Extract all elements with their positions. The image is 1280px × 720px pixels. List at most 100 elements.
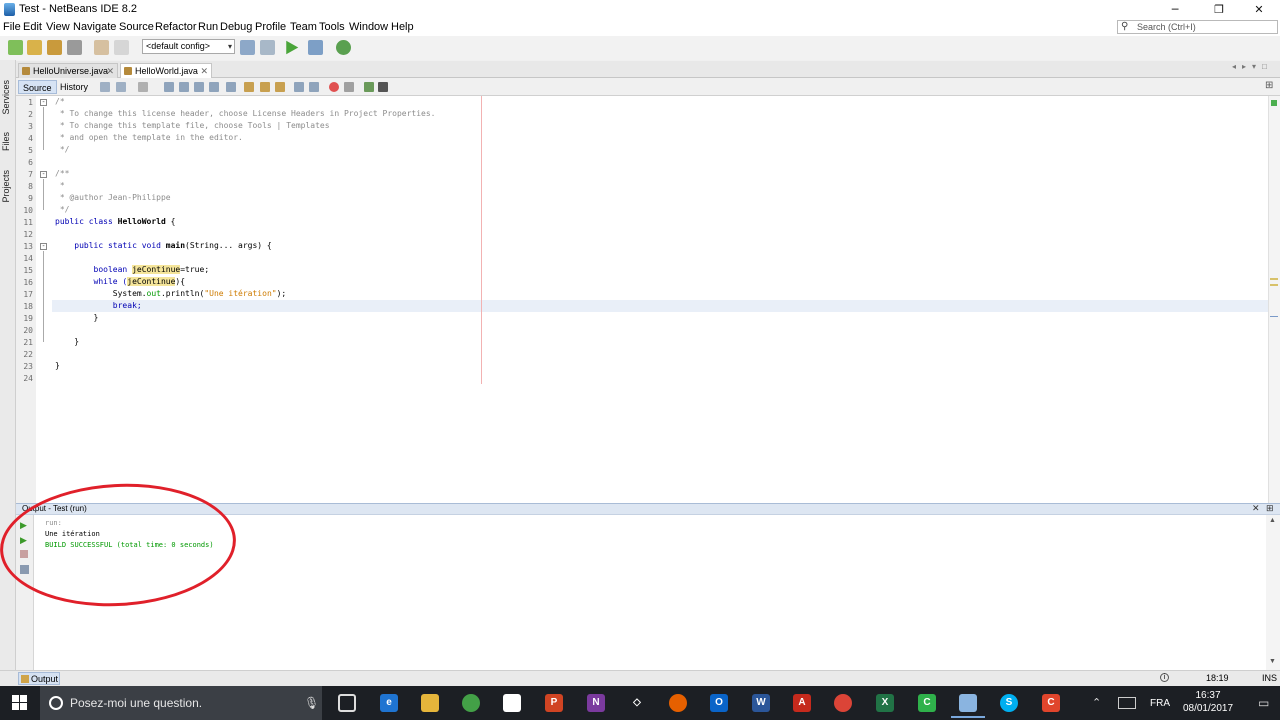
chrome-icon[interactable] <box>834 694 852 712</box>
firefox-icon[interactable] <box>669 694 687 712</box>
line-number: 20 <box>23 326 33 335</box>
shift-right-icon[interactable] <box>309 82 319 92</box>
previous-bookmark-icon[interactable] <box>244 82 254 92</box>
menu-file[interactable]: File <box>3 21 21 33</box>
windows-logo-icon <box>20 703 27 710</box>
tab-navigation-icons[interactable]: ◂▸▾□ <box>1232 62 1273 71</box>
debug-icon[interactable] <box>308 40 323 55</box>
uncomment-icon[interactable] <box>378 82 388 92</box>
occurrence-mark <box>1270 278 1278 280</box>
stop-macro-icon[interactable] <box>344 82 354 92</box>
skype-icon[interactable]: S <box>1000 694 1018 712</box>
menu-navigate[interactable]: Navigate <box>73 21 116 33</box>
word-icon[interactable]: W <box>752 694 770 712</box>
fold-toggle[interactable]: - <box>40 171 47 178</box>
tab-helloworld[interactable]: HelloWorld.java ✕ <box>120 63 212 78</box>
tray-overflow-icon[interactable]: ⌃ <box>1092 696 1101 709</box>
input-language[interactable]: FRA <box>1150 698 1170 709</box>
notifications-icon[interactable]: i <box>1160 673 1169 682</box>
close-icon[interactable]: ✕ <box>106 64 114 78</box>
powerpoint-icon[interactable]: P <box>545 694 563 712</box>
scroll-down-icon[interactable]: ▼ <box>1269 658 1276 665</box>
code-token: ); <box>276 289 287 298</box>
acrobat-icon[interactable]: A <box>793 694 811 712</box>
menu-debug[interactable]: Debug <box>220 21 252 33</box>
menu-source[interactable]: Source <box>119 21 154 33</box>
menu-edit[interactable]: Edit <box>23 21 42 33</box>
last-edit-icon[interactable] <box>100 82 110 92</box>
start-macro-icon[interactable] <box>329 82 339 92</box>
windows-logo-icon <box>12 703 19 710</box>
config-select[interactable]: <default config> ▾ <box>142 39 235 54</box>
cortana-search-box[interactable]: Posez-moi une question. 🎙 <box>40 686 322 720</box>
keyboard-icon[interactable] <box>1118 697 1136 709</box>
camtasia-recorder-icon[interactable]: C <box>918 694 936 712</box>
toggle-bookmark-icon[interactable] <box>275 82 285 92</box>
find-previous-icon[interactable] <box>179 82 189 92</box>
run-icon[interactable] <box>286 40 299 55</box>
find-icon[interactable] <box>164 82 174 92</box>
netbeans-taskbar-icon[interactable] <box>959 694 977 712</box>
edge-icon[interactable]: e <box>380 694 398 712</box>
close-button[interactable]: ✕ <box>1236 0 1280 19</box>
menu-view[interactable]: View <box>46 21 70 33</box>
shift-left-icon[interactable] <box>294 82 304 92</box>
chevron-down-icon: ▾ <box>227 42 232 51</box>
source-view-button[interactable]: Source <box>18 80 57 94</box>
menu-run[interactable]: Run <box>198 21 218 33</box>
dev-tool-icon[interactable]: ◇ <box>628 694 646 712</box>
scroll-up-icon[interactable]: ▲ <box>1269 517 1276 524</box>
fold-toggle[interactable]: - <box>40 99 47 106</box>
microphone-icon[interactable]: 🎙 <box>304 696 319 710</box>
menu-help[interactable]: Help <box>391 21 414 33</box>
services-panel-tab[interactable]: Services <box>1 80 11 115</box>
toggle-highlight-icon[interactable] <box>209 82 219 92</box>
camtasia-icon[interactable]: C <box>1042 694 1060 712</box>
action-center-icon[interactable]: ▭ <box>1258 696 1269 710</box>
fold-toggle[interactable]: - <box>40 243 47 250</box>
open-project-icon[interactable] <box>47 40 62 55</box>
search-input[interactable]: ⚲ Search (Ctrl+I) <box>1117 20 1278 34</box>
close-icon[interactable]: ✕ <box>1252 503 1260 514</box>
forward-icon[interactable] <box>138 82 148 92</box>
find-next-icon[interactable] <box>194 82 204 92</box>
start-button[interactable] <box>12 695 28 711</box>
menu-tools[interactable]: Tools <box>319 21 345 33</box>
files-panel-tab[interactable]: Files <box>1 132 11 151</box>
app-icon[interactable] <box>462 694 480 712</box>
back-icon[interactable] <box>116 82 126 92</box>
save-all-icon[interactable] <box>67 40 82 55</box>
menu-team[interactable]: Team <box>290 21 317 33</box>
maximize-icon[interactable]: ⊞ <box>1266 503 1274 514</box>
menu-profile[interactable]: Profile <box>255 21 286 33</box>
close-icon[interactable]: ✕ <box>200 64 208 78</box>
minimize-button[interactable]: ─ <box>1152 0 1198 19</box>
next-bookmark-icon[interactable] <box>260 82 270 92</box>
task-view-icon[interactable] <box>338 694 356 712</box>
menu-bar: File Edit View Navigate Source Refactor … <box>0 19 1280 36</box>
clean-build-icon[interactable] <box>260 40 275 55</box>
toggle-rect-selection-icon[interactable] <box>226 82 236 92</box>
menu-window[interactable]: Window <box>349 21 388 33</box>
projects-panel-tab[interactable]: Projects <box>1 170 11 203</box>
history-view-button[interactable]: History <box>56 80 92 94</box>
excel-icon[interactable]: X <box>876 694 894 712</box>
store-icon[interactable] <box>503 694 521 712</box>
output-scrollbar[interactable]: ▲ ▼ <box>1266 515 1280 670</box>
onenote-icon[interactable]: N <box>587 694 605 712</box>
menu-refactor[interactable]: Refactor <box>155 21 197 33</box>
output-window-tab[interactable]: Output <box>18 672 60 685</box>
new-project-icon[interactable] <box>27 40 42 55</box>
new-file-icon[interactable] <box>8 40 23 55</box>
undo-icon[interactable] <box>94 40 109 55</box>
outlook-icon[interactable]: O <box>710 694 728 712</box>
profile-icon[interactable] <box>336 40 351 55</box>
file-explorer-icon[interactable] <box>421 694 439 712</box>
editor-tabs: HelloUniverse.java ✕ HelloWorld.java ✕ <box>16 61 1280 78</box>
tab-hellouniverse[interactable]: HelloUniverse.java ✕ <box>18 63 118 78</box>
split-editor-icon[interactable]: ⊞ <box>1265 80 1273 91</box>
comment-icon[interactable] <box>364 82 374 92</box>
system-clock[interactable]: 16:37 08/01/2017 <box>1180 689 1236 715</box>
build-icon[interactable] <box>240 40 255 55</box>
redo-icon[interactable] <box>114 40 129 55</box>
